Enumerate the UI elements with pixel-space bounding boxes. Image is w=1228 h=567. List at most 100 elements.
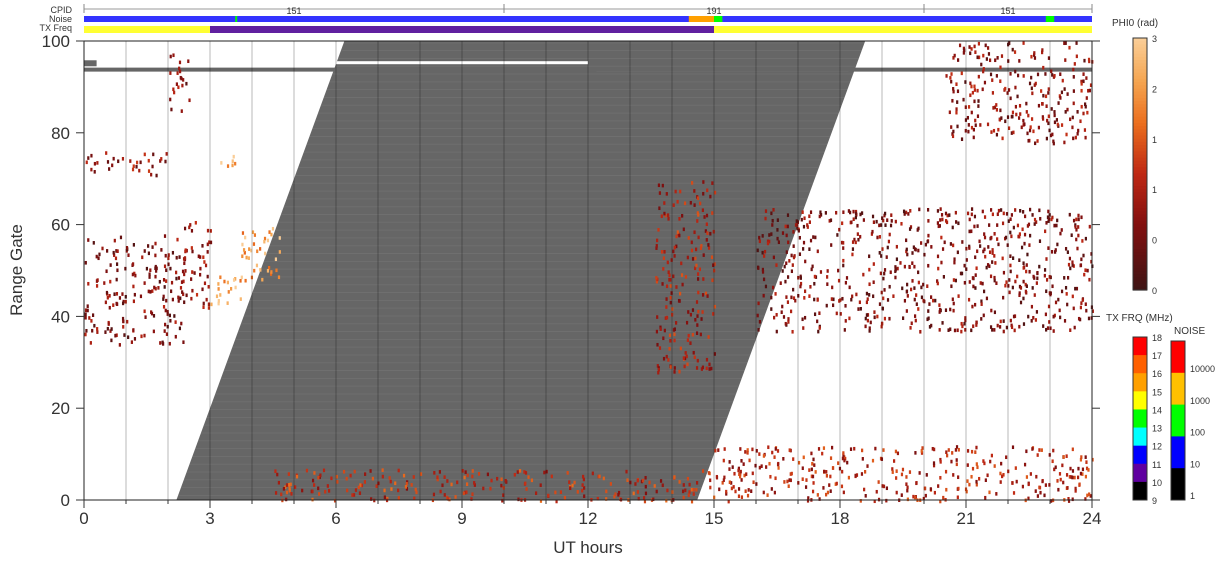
scatter-point (1028, 128, 1032, 133)
scatter-point (686, 476, 690, 481)
scatter-point (988, 250, 992, 255)
scatter-point (1059, 96, 1062, 100)
scatter-point (346, 488, 349, 493)
scatter-point (847, 475, 851, 480)
scatter-point (689, 200, 692, 205)
tx-frq-colorbar-label: 17 (1152, 351, 1162, 361)
scatter-point (1014, 85, 1017, 90)
scatter-point (436, 475, 439, 480)
y-tick-label: 60 (51, 216, 70, 235)
scatter-point (152, 329, 155, 334)
scatter-point (846, 460, 849, 465)
scatter-point (1047, 209, 1050, 214)
scatter-point (1081, 239, 1084, 243)
scatter-point (559, 490, 563, 494)
scatter-point (301, 488, 304, 493)
scatter-point (976, 249, 979, 254)
scatter-point (1075, 217, 1078, 222)
scatter-point (739, 469, 742, 474)
scatter-point (1009, 269, 1012, 274)
scatter-point (856, 232, 859, 236)
scatter-point (322, 468, 326, 473)
scatter-point (1061, 463, 1064, 468)
scatter-point (799, 284, 802, 289)
scatter-point (999, 79, 1002, 84)
scatter-point (358, 491, 362, 496)
scatter-point (443, 475, 446, 479)
scatter-point (659, 479, 663, 483)
scatter-point (183, 300, 186, 305)
scatter-point (1045, 221, 1048, 225)
scatter-point (842, 263, 845, 268)
scatter-point (776, 228, 779, 232)
scatter-point (1080, 215, 1083, 220)
scatter-point (317, 486, 320, 491)
scatter-point (968, 280, 971, 284)
scatter-point (123, 333, 126, 337)
scatter-point (93, 161, 96, 166)
tx-freq-segment (210, 26, 714, 33)
scatter-point (1035, 281, 1038, 285)
scatter-point (1056, 242, 1059, 247)
scatter-point (837, 268, 840, 273)
tx-freq-segment (84, 26, 210, 33)
scatter-point (252, 242, 256, 246)
scatter-point (1084, 474, 1088, 479)
scatter-point (285, 483, 289, 487)
scatter-point (1084, 455, 1087, 459)
scatter-point (147, 158, 150, 163)
y-tick-label: 20 (51, 399, 70, 418)
scatter-point (679, 189, 682, 194)
scatter-point (993, 464, 996, 468)
scatter-point (789, 309, 793, 314)
scatter-point (949, 76, 952, 80)
scatter-point (776, 218, 779, 222)
scatter-point (885, 486, 889, 491)
scatter-point (168, 341, 171, 346)
scatter-point (665, 297, 668, 301)
scatter-point (1060, 289, 1064, 294)
scatter-point (813, 297, 816, 302)
scatter-point (875, 489, 878, 494)
scatter-point (1065, 292, 1068, 296)
scatter-point (692, 487, 695, 492)
scatter-point (1077, 316, 1081, 321)
scatter-point (456, 480, 459, 485)
scatter-point (1022, 210, 1025, 214)
scatter-point (189, 223, 192, 227)
scatter-point (1050, 69, 1053, 74)
scatter-point (614, 492, 617, 497)
scatter-point (517, 497, 520, 502)
scatter-point (836, 233, 839, 237)
scatter-point (330, 476, 333, 481)
scatter-point (176, 71, 179, 75)
scatter-point (288, 486, 291, 491)
scatter-point (802, 455, 805, 460)
scatter-point (1022, 74, 1025, 78)
scatter-point (354, 488, 358, 492)
scatter-point (949, 242, 952, 246)
scatter-point (819, 270, 823, 274)
scatter-point (244, 235, 247, 240)
scatter-point (84, 312, 87, 317)
scatter-point (655, 243, 658, 248)
scatter-point (906, 282, 909, 287)
scatter-point (900, 472, 904, 477)
scatter-point (285, 490, 289, 495)
scatter-point (777, 461, 780, 466)
scatter-point (662, 336, 665, 341)
scatter-point (899, 261, 902, 265)
scatter-point (705, 213, 709, 218)
scatter-point (960, 137, 964, 142)
scatter-point (975, 323, 978, 327)
scatter-point (951, 98, 954, 103)
scatter-point (978, 239, 981, 244)
scatter-point (154, 264, 157, 269)
scatter-point (207, 284, 210, 289)
scatter-point (184, 269, 187, 273)
scatter-point (895, 476, 898, 480)
scatter-point (974, 273, 977, 277)
scatter-point (1016, 274, 1019, 279)
scatter-point (1027, 314, 1030, 319)
scatter-point (504, 478, 507, 483)
